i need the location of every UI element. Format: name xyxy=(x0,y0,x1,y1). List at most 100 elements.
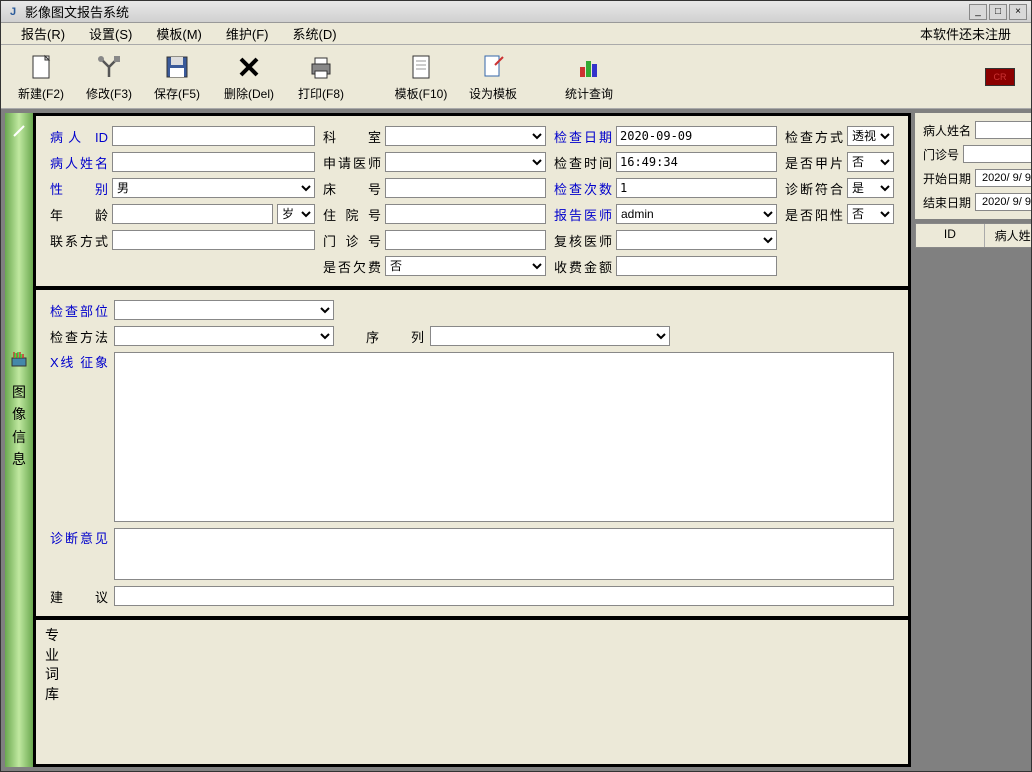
cr-badge: CR xyxy=(985,68,1015,86)
diag-textarea[interactable] xyxy=(114,528,894,580)
contact-label: 联系方式 xyxy=(50,231,108,250)
series-select[interactable] xyxy=(430,326,670,346)
diag-label: 诊断意见 xyxy=(50,528,108,547)
age-label: 年 龄 xyxy=(50,205,108,224)
set-template-button[interactable]: 设为模板 xyxy=(461,49,525,105)
patient-name-input[interactable] xyxy=(112,152,315,172)
minimize-button[interactable]: _ xyxy=(969,4,987,20)
start-date-label: 开始日期 xyxy=(923,170,971,187)
exam-method-label: 检查方式 xyxy=(785,127,843,146)
col-name[interactable]: 病人姓名 xyxy=(985,224,1031,247)
exam-count-label: 检查次数 xyxy=(554,179,612,198)
content-area: 图像信息 病人 ID 科 室 检查日期 检查方式透视 病人姓名 申请医师 检查时… xyxy=(1,109,1031,771)
col-id[interactable]: ID xyxy=(916,224,985,247)
set-template-icon xyxy=(477,51,509,83)
stats-button[interactable]: 统计查询 xyxy=(557,49,621,105)
exam-part-select[interactable] xyxy=(114,300,334,320)
search-outpatient-input[interactable] xyxy=(963,145,1031,163)
exam-method-label2: 检查方法 xyxy=(50,327,108,346)
fee-input[interactable] xyxy=(616,256,777,276)
positive-select[interactable]: 否 xyxy=(847,204,894,224)
sex-select[interactable]: 男 xyxy=(112,178,315,198)
xray-label: X线 征象 xyxy=(50,352,108,371)
search-name-input[interactable] xyxy=(975,121,1031,139)
start-date-select[interactable]: 2020/ 9/ 9 xyxy=(975,169,1031,187)
hospital-no-label: 住 院 号 xyxy=(323,205,381,224)
menu-maintain[interactable]: 维护(F) xyxy=(214,22,281,45)
window-controls: _ □ × xyxy=(969,4,1027,20)
save-button[interactable]: 保存(F5) xyxy=(145,49,209,105)
apply-doctor-label: 申请医师 xyxy=(323,153,381,172)
end-date-label: 结束日期 xyxy=(923,194,971,211)
exam-panel: 检查部位 检查方法 序 列 X线 征象 xyxy=(36,290,908,616)
toolbar: 新建(F2) 修改(F3) 保存(F5) 删除(Del) 打印(F8) xyxy=(1,45,1031,109)
patient-id-input[interactable] xyxy=(112,126,315,146)
exam-date-label: 检查日期 xyxy=(554,127,612,146)
dept-select[interactable] xyxy=(385,126,546,146)
delete-button[interactable]: 删除(Del) xyxy=(213,49,285,105)
bed-input[interactable] xyxy=(385,178,546,198)
exam-part-label: 检查部位 xyxy=(50,301,108,320)
window-title: 影像图文报告系统 xyxy=(25,2,969,21)
exam-date-input[interactable] xyxy=(616,126,777,146)
save-icon xyxy=(161,51,193,83)
report-doctor-select[interactable]: admin xyxy=(616,204,777,224)
vocab-panel: 专业词库 xyxy=(36,620,908,764)
sidebar-tool-icon[interactable] xyxy=(9,121,29,141)
close-button[interactable]: × xyxy=(1009,4,1027,20)
series-label: 序 列 xyxy=(366,327,424,346)
age-input[interactable] xyxy=(112,204,273,224)
menu-report[interactable]: 报告(R) xyxy=(9,22,77,45)
right-area: 病人姓名 病人ID 门诊号 住院号 开始日期2020/ 9/ 9 结束日期202… xyxy=(915,113,1031,767)
outpatient-no-input[interactable] xyxy=(385,230,546,250)
fee-label: 收费金额 xyxy=(554,257,612,276)
maximize-button[interactable]: □ xyxy=(989,4,1007,20)
positive-label: 是否阳性 xyxy=(785,205,843,224)
exam-method-select2[interactable] xyxy=(114,326,334,346)
outpatient-no-label: 门 诊 号 xyxy=(323,231,381,250)
edit-button[interactable]: 修改(F3) xyxy=(77,49,141,105)
menu-template[interactable]: 模板(M) xyxy=(144,22,214,45)
titlebar: J 影像图文报告系统 _ □ × xyxy=(1,1,1031,23)
exam-method-select[interactable]: 透视 xyxy=(847,126,894,146)
grade-a-select[interactable]: 否 xyxy=(847,152,894,172)
template-button[interactable]: 模板(F10) xyxy=(385,49,457,105)
age-unit-select[interactable]: 岁 xyxy=(277,204,315,224)
menu-system[interactable]: 系统(D) xyxy=(281,22,349,45)
hospital-no-input[interactable] xyxy=(385,204,546,224)
exam-time-input[interactable] xyxy=(616,152,777,172)
arrears-label: 是否欠费 xyxy=(323,257,381,276)
menubar: 报告(R) 设置(S) 模板(M) 维护(F) 系统(D) 本软件还未注册 xyxy=(1,23,1031,45)
stats-icon xyxy=(573,51,605,83)
vocab-label: 专业词库 xyxy=(42,626,62,758)
new-button[interactable]: 新建(F2) xyxy=(9,49,73,105)
sidebar: 图像信息 xyxy=(5,113,33,767)
vocab-area[interactable] xyxy=(66,626,902,758)
exam-count-input[interactable] xyxy=(616,178,777,198)
arrears-select[interactable]: 否 xyxy=(385,256,546,276)
contact-input[interactable] xyxy=(112,230,315,250)
dept-label: 科 室 xyxy=(323,127,381,146)
pencils-icon[interactable] xyxy=(9,349,29,369)
review-doctor-label: 复核医师 xyxy=(554,231,612,250)
xray-textarea[interactable] xyxy=(114,352,894,522)
review-doctor-select[interactable] xyxy=(616,230,777,250)
search-panel: 病人姓名 病人ID 门诊号 住院号 开始日期2020/ 9/ 9 结束日期202… xyxy=(915,113,1031,219)
diag-match-select[interactable]: 是 xyxy=(847,178,894,198)
print-button[interactable]: 打印(F8) xyxy=(289,49,353,105)
unregistered-label: 本软件还未注册 xyxy=(920,24,1023,43)
report-doctor-label: 报告医师 xyxy=(554,205,612,224)
exam-time-label: 检查时间 xyxy=(554,153,612,172)
print-icon xyxy=(305,51,337,83)
suggest-input[interactable] xyxy=(114,586,894,606)
left-area: 图像信息 病人 ID 科 室 检查日期 检查方式透视 病人姓名 申请医师 检查时… xyxy=(5,113,911,767)
apply-doctor-select[interactable] xyxy=(385,152,546,172)
end-date-select[interactable]: 2020/ 9/ 9 xyxy=(975,193,1031,211)
tools-icon xyxy=(93,51,125,83)
menu-settings[interactable]: 设置(S) xyxy=(77,22,144,45)
main-panels: 病人 ID 科 室 检查日期 检查方式透视 病人姓名 申请医师 检查时间 是否甲… xyxy=(33,113,911,767)
results-body[interactable] xyxy=(915,248,1031,767)
template-icon xyxy=(405,51,437,83)
app-icon: J xyxy=(5,4,21,20)
search-name-label: 病人姓名 xyxy=(923,122,971,139)
